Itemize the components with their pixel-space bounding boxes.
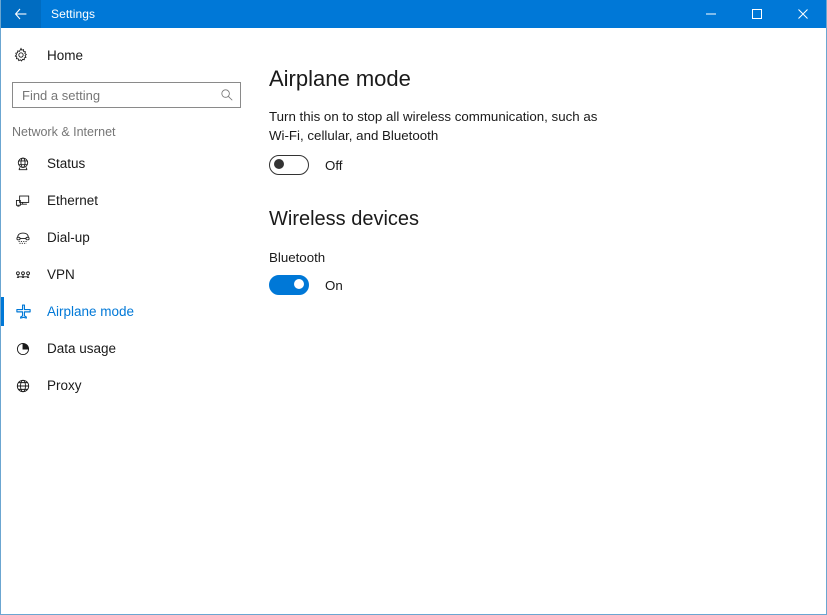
settings-window: Settings Home Find a setting Network & I… (0, 0, 827, 615)
title-bar: Settings (1, 0, 826, 28)
telephone-icon (13, 230, 33, 246)
content-pane: Airplane mode Turn this on to stop all w… (260, 28, 826, 614)
close-button[interactable] (780, 0, 826, 28)
sidebar-item-data-usage[interactable]: Data usage (1, 330, 260, 367)
maximize-icon (751, 8, 763, 20)
search-input[interactable] (13, 83, 214, 107)
sidebar-item-label: Proxy (47, 378, 82, 393)
sidebar-item-home[interactable]: Home (1, 40, 260, 70)
airplane-mode-toggle-row: Off (269, 155, 826, 176)
window-title: Settings (51, 7, 96, 21)
sidebar-item-label: Status (47, 156, 86, 171)
window-body: Home Network & Internet (1, 28, 826, 614)
minimize-icon (705, 8, 717, 20)
sidebar: Home Network & Internet (1, 28, 260, 614)
sidebar-item-ethernet[interactable]: Ethernet (1, 182, 260, 219)
minimize-button[interactable] (688, 0, 734, 28)
wireless-devices-heading: Wireless devices (269, 208, 420, 231)
airplane-mode-description: Turn this on to stop all wireless commun… (269, 109, 598, 143)
page-title: Airplane mode (269, 66, 411, 91)
bluetooth-toggle-row: On (269, 275, 826, 296)
monitor-icon (13, 193, 33, 209)
sidebar-item-vpn[interactable]: VPN (1, 256, 260, 293)
globe-icon (13, 378, 33, 394)
airplane-icon (13, 303, 33, 320)
sidebar-item-label: Dial-up (47, 230, 90, 245)
sidebar-item-label: Airplane mode (47, 304, 135, 319)
toggle-knob (274, 159, 284, 170)
sidebar-item-label: Data usage (47, 341, 117, 356)
back-button[interactable] (1, 0, 41, 28)
maximize-button[interactable] (734, 0, 780, 28)
sidebar-item-label: VPN (47, 267, 75, 282)
sidebar-item-label: Home (47, 47, 84, 63)
toggle-knob (294, 279, 304, 290)
bluetooth-toggle-state: On (325, 277, 343, 293)
close-icon (797, 8, 809, 20)
bluetooth-label: Bluetooth (269, 250, 326, 266)
airplane-mode-toggle[interactable] (269, 155, 309, 176)
sidebar-item-proxy[interactable]: Proxy (1, 367, 260, 404)
bluetooth-toggle[interactable] (269, 275, 309, 296)
airplane-mode-toggle-state: Off (325, 157, 343, 173)
sidebar-item-airplane-mode[interactable]: Airplane mode (1, 293, 260, 330)
sidebar-item-label: Ethernet (47, 193, 99, 208)
sidebar-item-status[interactable]: Status (1, 145, 260, 182)
search-icon (214, 88, 240, 102)
sidebar-category-label: Network & Internet (12, 125, 116, 139)
vpn-icon (13, 267, 33, 283)
network-globe-icon (13, 156, 33, 172)
caption-buttons (688, 0, 826, 28)
search-box[interactable] (12, 82, 241, 108)
pie-chart-icon (13, 341, 33, 357)
sidebar-item-dial-up[interactable]: Dial-up (1, 219, 260, 256)
back-arrow-icon (13, 6, 29, 22)
gear-icon (13, 47, 35, 63)
